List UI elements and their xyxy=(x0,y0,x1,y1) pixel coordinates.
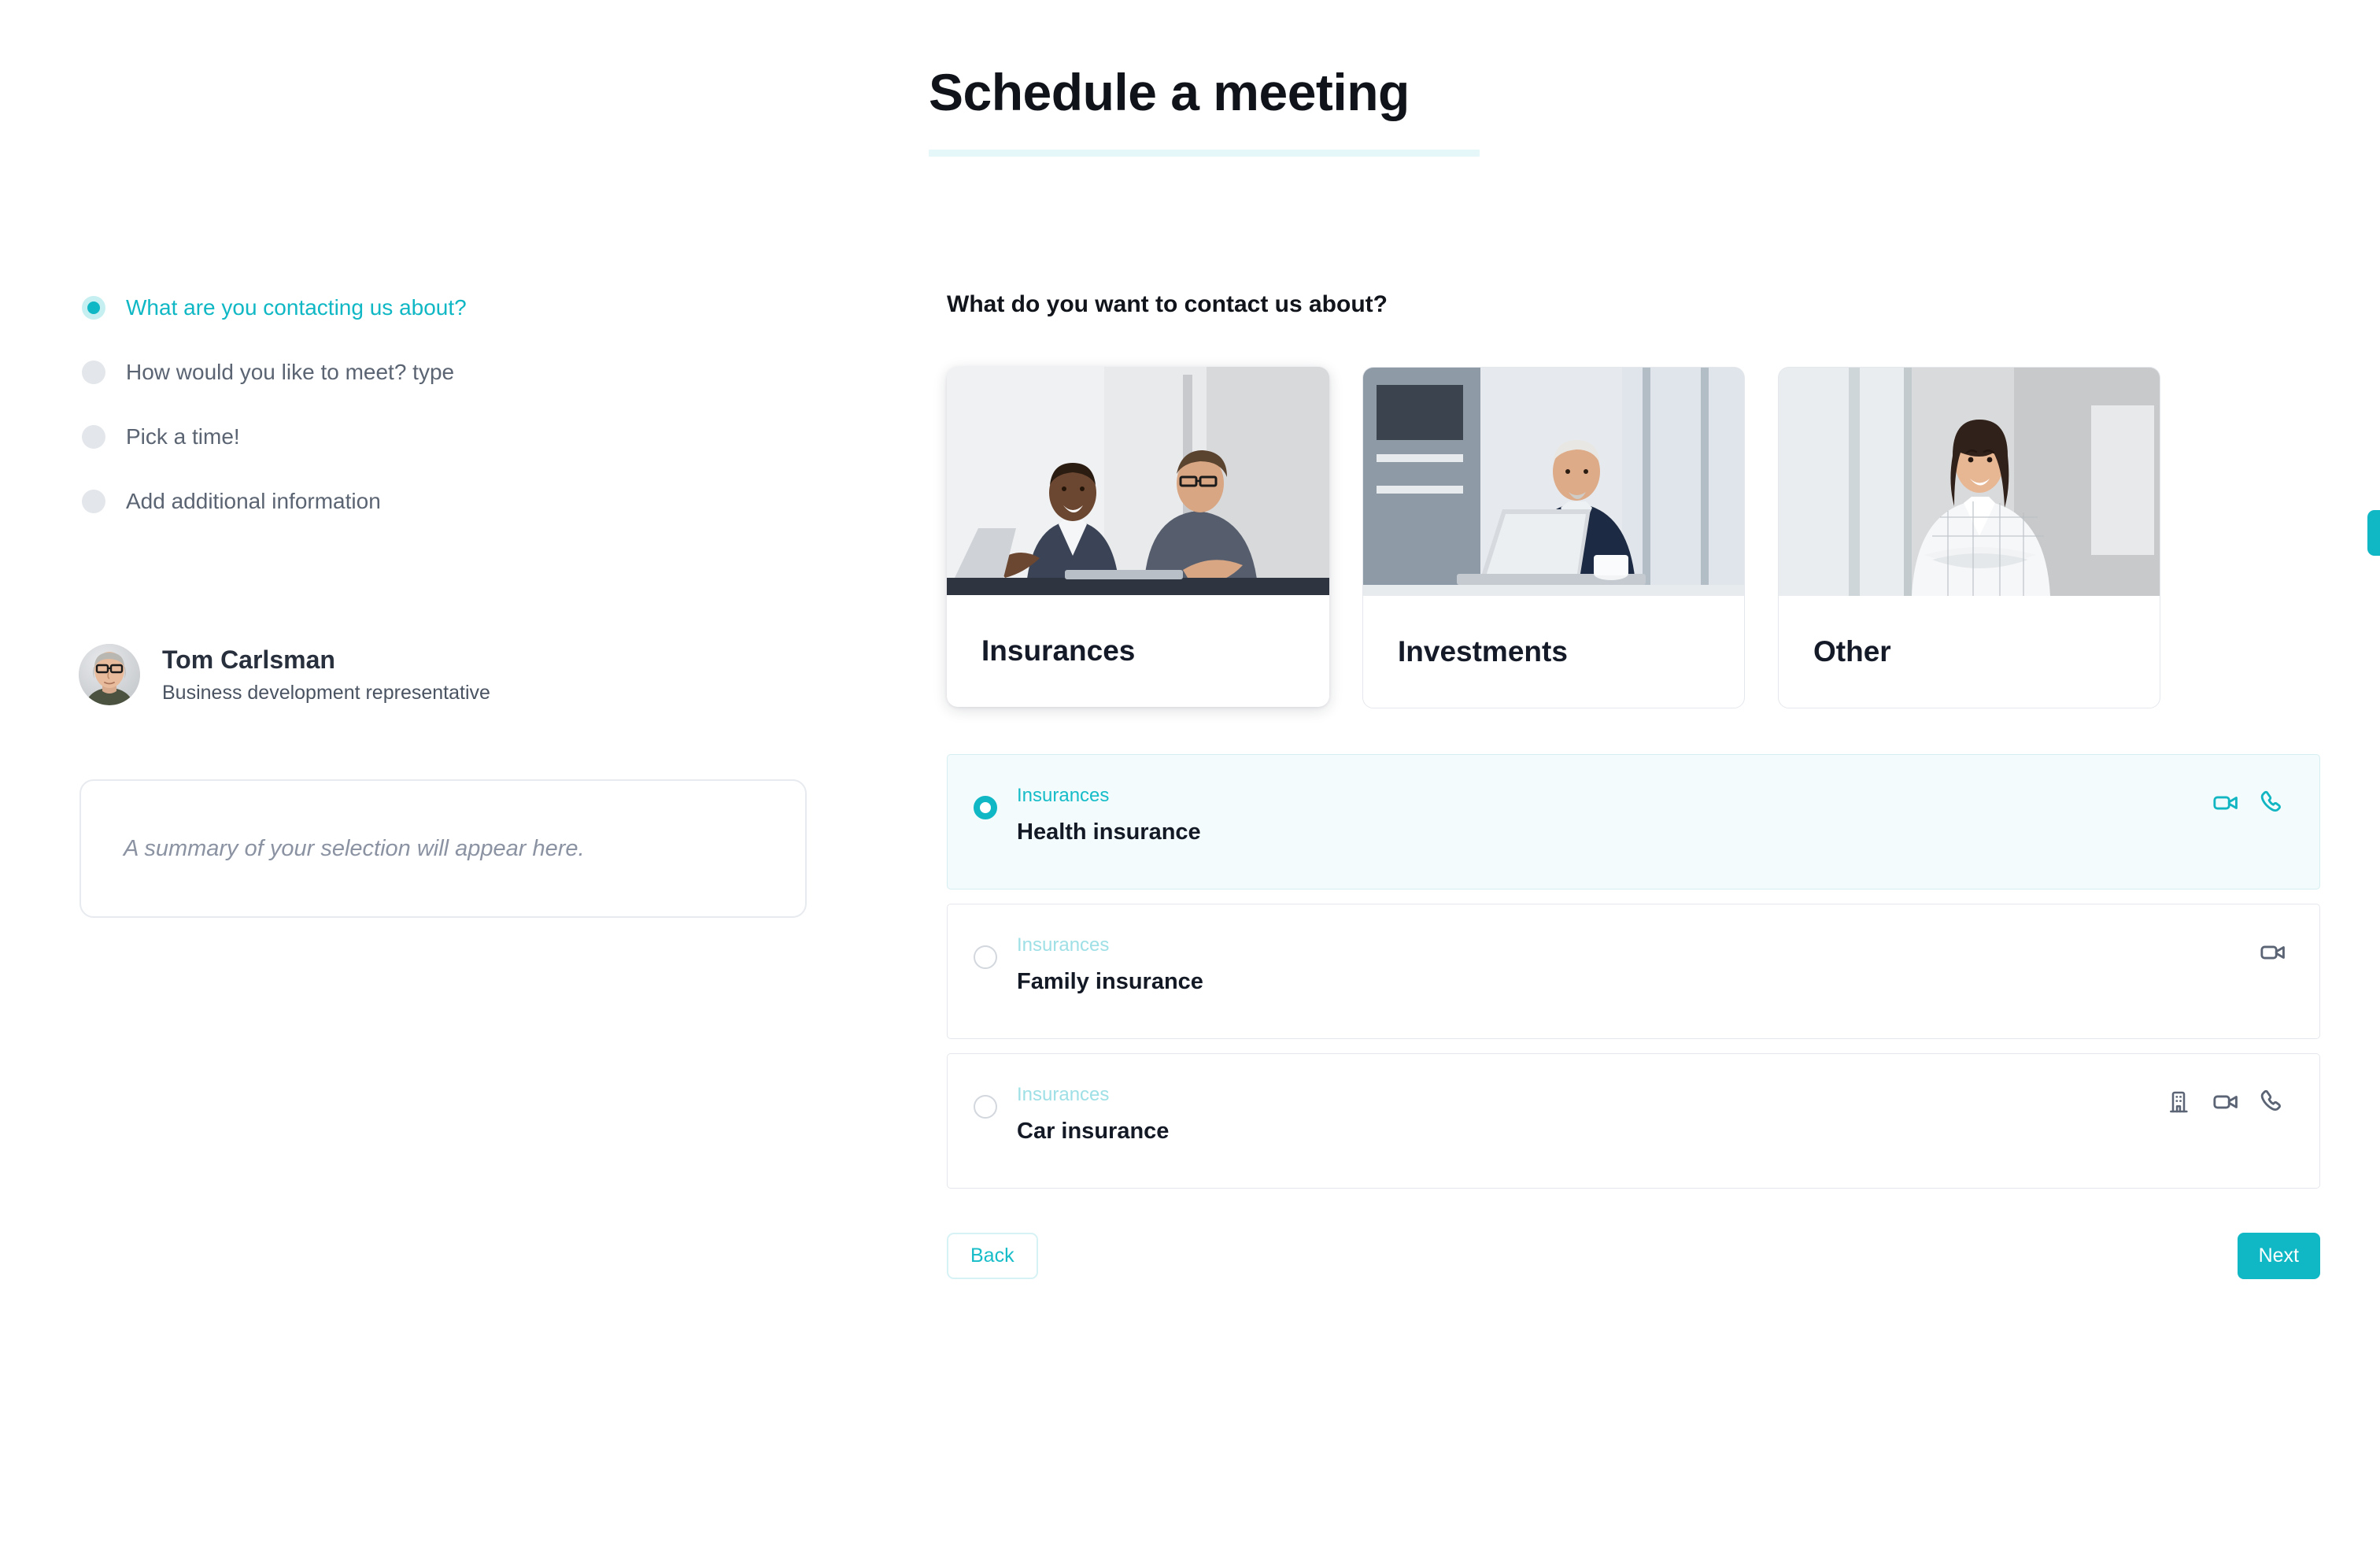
step-indicator-icon-1 xyxy=(82,296,105,320)
steps-sidebar: What are you contacting us about? How wo… xyxy=(82,291,814,549)
option-title-family-insurance: Family insurance xyxy=(1017,968,1203,994)
step-indicator-icon-4 xyxy=(82,490,105,513)
radio-icon-car-insurance[interactable] xyxy=(974,1095,997,1119)
category-card-investments[interactable]: Investments xyxy=(1362,367,1745,708)
profile-role: Business development representative xyxy=(162,682,490,704)
step-item-1[interactable]: What are you contacting us about? xyxy=(82,291,814,324)
option-icons-health-insurance xyxy=(2212,790,2286,816)
radio-icon-family-insurance[interactable] xyxy=(974,945,997,969)
step-label-3: Pick a time! xyxy=(126,424,240,449)
phone-icon[interactable] xyxy=(2260,1089,2286,1115)
category-card-label-investments: Investments xyxy=(1398,635,1568,668)
option-category-car-insurance: Insurances xyxy=(1017,1084,1110,1105)
phone-icon[interactable] xyxy=(2260,790,2286,816)
next-button[interactable]: Next xyxy=(2237,1233,2320,1279)
category-card-other[interactable]: Other xyxy=(1778,367,2160,708)
option-row-car-insurance[interactable]: Insurances Car insurance xyxy=(947,1053,2320,1189)
main-content: What do you want to contact us about? In… xyxy=(947,291,2380,1279)
option-text-block-car-insurance: Insurances Car insurance xyxy=(1017,1084,1169,1145)
back-button[interactable]: Back xyxy=(947,1233,1038,1279)
category-card-body-investments: Investments xyxy=(1363,596,1744,708)
selection-summary-box: A summary of your selection will appear … xyxy=(79,779,807,918)
option-icons-car-insurance xyxy=(2167,1089,2286,1115)
representative-profile: Tom Carlsman Business development repres… xyxy=(79,644,490,706)
option-title-car-insurance: Car insurance xyxy=(1017,1118,1170,1144)
category-card-photo-investments xyxy=(1363,368,1744,596)
category-card-label-insurances: Insurances xyxy=(981,634,1136,667)
option-text-block-health-insurance: Insurances Health insurance xyxy=(1017,785,1201,846)
office-icon[interactable] xyxy=(2167,1089,2192,1115)
category-card-body-other: Other xyxy=(1779,596,2160,708)
step-item-2[interactable]: How would you like to meet? type xyxy=(82,356,814,389)
video-icon[interactable] xyxy=(2212,790,2239,816)
step-indicator-icon-3 xyxy=(82,425,105,449)
main-question: What do you want to contact us about? xyxy=(947,291,1388,317)
option-row-family-insurance[interactable]: Insurances Family insurance xyxy=(947,904,2320,1039)
profile-text-block: Tom Carlsman Business development repres… xyxy=(162,644,490,706)
category-card-label-other: Other xyxy=(1813,635,1891,668)
step-label-1: What are you contacting us about? xyxy=(126,295,467,320)
page-title: Schedule a meeting xyxy=(929,63,1410,121)
category-card-insurances[interactable]: Insurances xyxy=(947,367,1329,707)
video-icon[interactable] xyxy=(2260,939,2286,966)
option-icons-family-insurance xyxy=(2260,939,2286,966)
radio-icon-health-insurance[interactable] xyxy=(974,796,997,819)
step-label-2: How would you like to meet? type xyxy=(126,360,455,384)
arrow-right-icon[interactable] xyxy=(2367,510,2380,556)
option-category-health-insurance: Insurances xyxy=(1017,785,1110,806)
video-icon[interactable] xyxy=(2212,1089,2239,1115)
step-item-3[interactable]: Pick a time! xyxy=(82,420,814,453)
schedule-meeting-page: Schedule a meeting What are you contacti… xyxy=(0,0,2380,1546)
title-underline xyxy=(929,149,1480,157)
option-row-health-insurance[interactable]: Insurances Health insurance xyxy=(947,754,2320,890)
page-header: Schedule a meeting xyxy=(929,63,1495,157)
option-row-list: Insurances Health insurance Insurances F… xyxy=(947,754,2320,1189)
category-card-photo-other xyxy=(1779,368,2160,596)
option-category-family-insurance: Insurances xyxy=(1017,934,1110,956)
category-card-photo-insurances xyxy=(947,367,1329,595)
avatar xyxy=(79,644,140,706)
wizard-footer: Back Next xyxy=(947,1233,2320,1279)
category-card-body-insurances: Insurances xyxy=(947,595,1329,707)
selection-summary-placeholder: A summary of your selection will appear … xyxy=(124,835,585,861)
option-text-block-family-insurance: Insurances Family insurance xyxy=(1017,934,1203,996)
step-item-4[interactable]: Add additional information xyxy=(82,485,814,518)
step-indicator-icon-2 xyxy=(82,361,105,384)
option-title-health-insurance: Health insurance xyxy=(1017,819,1201,845)
profile-name: Tom Carlsman xyxy=(162,645,335,674)
category-card-list: Insurances Investments Other xyxy=(947,367,2380,708)
step-label-4: Add additional information xyxy=(126,489,381,513)
